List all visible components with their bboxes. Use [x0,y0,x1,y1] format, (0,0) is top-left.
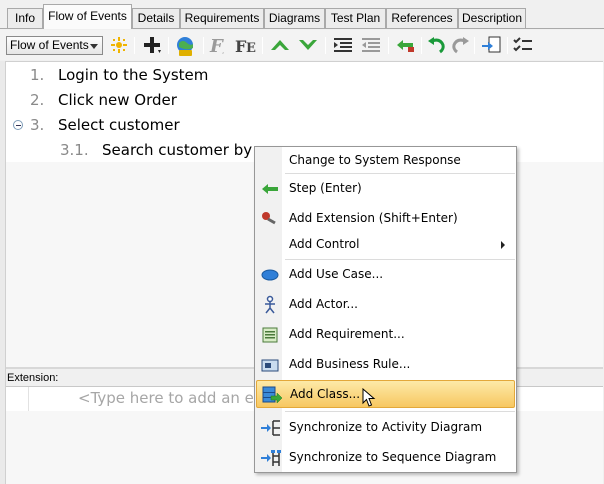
menu-item-label: Add Actor... [289,297,358,311]
step-row[interactable]: 2. Click new Order [6,88,603,113]
undo-icon[interactable] [425,34,449,56]
menu-separator [285,259,515,260]
menu-item-add-extension[interactable]: Add Extension (Shift+Enter) [256,206,515,232]
tab-flow-of-events[interactable]: Flow of Events [43,4,132,29]
toolbar-separator [134,37,135,54]
chevron-down-icon [90,44,98,49]
menu-item-step[interactable]: Step (Enter) [256,176,515,202]
menu-item-label: Add Class... [290,387,361,401]
extension-placeholder[interactable]: <Type here to add an ex [78,389,263,407]
menu-item-add-class[interactable]: Add Class... [256,380,515,408]
menu-item-label: Add Extension (Shift+Enter) [289,211,458,225]
tab-description[interactable]: Description [458,8,526,28]
menu-item-label: Change to System Response [289,153,461,167]
menu-item-add-requirement[interactable]: Add Requirement... [256,322,515,348]
step-number: 3. [30,116,45,134]
menu-item-label: Synchronize to Activity Diagram [289,420,483,434]
context-menu: Change to System Response Step (Enter) A… [254,146,517,473]
menu-item-label: Add Business Rule... [289,357,411,371]
step-number: 2. [30,91,45,109]
step-arrow-icon [260,179,280,199]
toolbar-separator [168,37,169,54]
requirement-icon [260,325,280,345]
flow-select-value: Flow of Events [10,38,89,52]
tab-info[interactable]: Info [7,8,43,28]
menu-item-add-business-rule[interactable]: Add Business Rule... [256,352,515,378]
format-fe-icon[interactable]: FE [234,34,258,56]
step-text[interactable]: Click new Order [58,88,177,113]
move-up-icon[interactable] [268,34,292,56]
business-rule-icon [260,355,280,375]
menu-item-change-to-system-response[interactable]: Change to System Response [256,148,515,174]
step-text[interactable]: Select customer [58,113,180,138]
tab-requirements[interactable]: Requirements [180,8,264,28]
color-icon[interactable] [173,34,197,56]
svg-text:,: , [222,47,224,55]
move-down-icon[interactable] [296,34,320,56]
step-number: 1. [30,66,45,84]
menu-item-label: Add Control [289,237,360,251]
step-row[interactable]: 1. Login to the System [6,63,603,88]
toolbar-separator [203,37,204,54]
tab-details[interactable]: Details [132,8,180,28]
add-step-icon[interactable] [140,34,164,56]
step-text[interactable]: Search customer by [102,138,252,163]
toolbar-separator [325,37,326,54]
menu-item-add-control[interactable]: Add Control [256,232,515,258]
toolbar-separator [421,37,422,54]
indent-icon[interactable] [331,34,355,56]
new-flow-icon[interactable] [107,34,131,56]
tab-references[interactable]: References [386,8,458,28]
extension-gutter [28,387,29,411]
tab-bar: Info Flow of Events Details Requirements… [0,0,604,29]
tab-diagrams[interactable]: Diagrams [264,8,325,28]
actor-icon [260,295,280,315]
link-icon[interactable] [479,34,503,56]
menu-item-label: Add Requirement... [289,327,405,341]
step-number: 3.1. [60,141,89,159]
toolbar: Flow of Events F, FE [0,30,604,60]
menu-item-label: Add Use Case... [289,267,384,281]
outdent-icon[interactable] [359,34,383,56]
flow-select[interactable]: Flow of Events [6,36,103,55]
toolbar-separator [474,37,475,54]
tab-test-plan[interactable]: Test Plan [325,8,386,28]
submenu-arrow-icon [501,241,505,249]
menu-item-add-use-case[interactable]: Add Use Case... [256,262,515,288]
checklist-icon[interactable] [511,34,535,56]
toolbar-separator [507,37,508,54]
toolbar-separator [262,37,263,54]
italic-f-icon[interactable]: F, [207,34,231,56]
extension-icon[interactable] [393,34,417,56]
menu-item-add-actor[interactable]: Add Actor... [256,292,515,318]
sequence-diagram-icon [260,448,281,468]
extension-icon [260,209,280,229]
step-row[interactable]: 3. Select customer [6,113,603,138]
svg-text:E: E [246,41,256,55]
toolbar-separator [388,37,389,54]
mouse-cursor-icon [362,387,376,411]
redo-icon[interactable] [448,34,472,56]
menu-item-sync-sequence-diagram[interactable]: Synchronize to Sequence Diagram [256,445,515,471]
menu-item-label: Step (Enter) [289,181,362,195]
class-icon [261,385,283,405]
menu-item-label: Synchronize to Sequence Diagram [289,450,497,464]
menu-separator [285,173,515,174]
menu-item-sync-activity-diagram[interactable]: Synchronize to Activity Diagram [256,415,515,441]
menu-separator [285,411,515,412]
use-case-icon [260,265,280,285]
extension-label: Extension: [7,372,59,384]
activity-diagram-icon [260,418,280,438]
step-text[interactable]: Login to the System [58,63,208,88]
